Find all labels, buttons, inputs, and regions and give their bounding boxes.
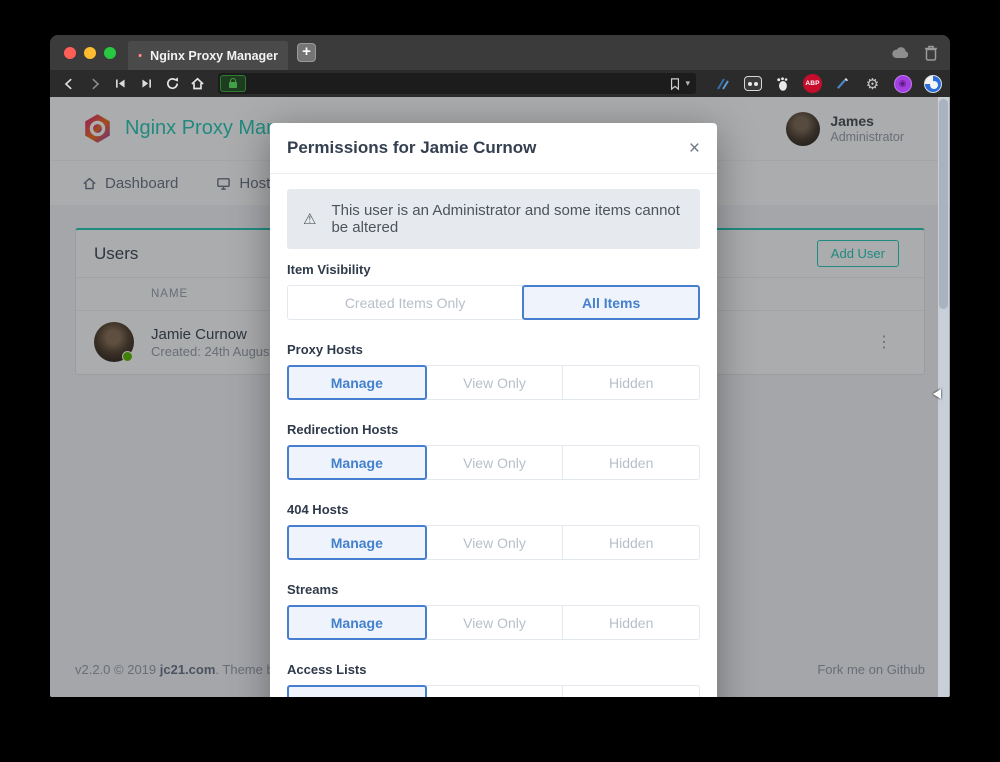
bookmark-dropdown-caret[interactable]: ▾ — [686, 78, 691, 89]
back-button[interactable] — [60, 74, 79, 94]
rewind-button[interactable] — [111, 74, 130, 94]
goggles-extension-icon[interactable] — [743, 74, 762, 93]
access-lists-view-only-button[interactable]: View Only — [426, 685, 564, 697]
fast-forward-button[interactable] — [137, 74, 156, 94]
reload-button[interactable] — [163, 74, 182, 94]
permissions-modal: Permissions for Jamie Curnow × ⚠ This us… — [270, 123, 717, 697]
redirection-hosts-hidden-button[interactable]: Hidden — [562, 445, 700, 480]
window-controls — [50, 47, 128, 59]
proxy-hosts-group: Proxy Hosts Manage View Only Hidden — [287, 342, 700, 400]
admin-warning-alert: ⚠ This user is an Administrator and some… — [287, 189, 700, 249]
proxy-hosts-hidden-button[interactable]: Hidden — [562, 365, 700, 400]
404-hosts-view-only-button[interactable]: View Only — [426, 525, 564, 560]
redirection-hosts-manage-button[interactable]: Manage — [287, 445, 427, 480]
cloud-sync-icon[interactable] — [891, 45, 911, 60]
purple-extension-icon[interactable]: ◉ — [893, 74, 912, 93]
redirection-hosts-group: Redirection Hosts Manage View Only Hidde… — [287, 422, 700, 480]
browser-tab-bar: Nginx Proxy Manager + — [50, 35, 950, 70]
visibility-created-items-only-button[interactable]: Created Items Only — [287, 285, 523, 320]
page-viewport: Nginx Proxy Manager James Administrator … — [50, 97, 950, 697]
warning-icon: ⚠ — [303, 210, 316, 228]
item-visibility-group: Item Visibility Created Items Only All I… — [287, 262, 700, 320]
trash-icon[interactable] — [924, 45, 938, 61]
pen-extension-icon[interactable] — [833, 74, 852, 93]
bookmark-icon[interactable] — [669, 77, 681, 91]
streams-hidden-button[interactable]: Hidden — [562, 605, 700, 640]
group-label: Item Visibility — [287, 262, 700, 277]
tab-title: Nginx Proxy Manager — [150, 49, 278, 63]
new-tab-button[interactable]: + — [297, 43, 316, 62]
404-hosts-manage-button[interactable]: Manage — [287, 525, 427, 560]
forward-button[interactable] — [86, 74, 105, 94]
https-lock-icon[interactable] — [220, 75, 246, 92]
mouse-cursor — [933, 389, 941, 399]
settings-gear-extension-icon[interactable]: ⚙ — [863, 74, 882, 93]
home-button[interactable] — [188, 74, 207, 94]
404-hosts-hidden-button[interactable]: Hidden — [562, 525, 700, 560]
alert-text: This user is an Administrator and some i… — [331, 202, 684, 236]
browser-toolbar: ▾ ABP ⚙ ◉ — [50, 70, 950, 97]
close-window-button[interactable] — [64, 47, 76, 59]
extensions-row: ABP ⚙ ◉ — [713, 74, 942, 93]
modal-title: Permissions for Jamie Curnow — [287, 138, 536, 158]
proxy-hosts-view-only-button[interactable]: View Only — [426, 365, 564, 400]
group-label: Access Lists — [287, 662, 700, 677]
access-lists-hidden-button[interactable]: Hidden — [562, 685, 700, 697]
session-pie-extension-icon[interactable] — [923, 74, 942, 93]
access-lists-group: Access Lists Manage View Only Hidden — [287, 662, 700, 697]
browser-window: Nginx Proxy Manager + — [50, 35, 950, 697]
group-label: Streams — [287, 582, 700, 597]
adblock-plus-icon[interactable]: ABP — [803, 74, 822, 93]
minimize-window-button[interactable] — [84, 47, 96, 59]
group-label: Proxy Hosts — [287, 342, 700, 357]
streams-view-only-button[interactable]: View Only — [426, 605, 564, 640]
scrollbar-thumb[interactable] — [939, 99, 948, 309]
404-hosts-group: 404 Hosts Manage View Only Hidden — [287, 502, 700, 560]
modal-close-button[interactable]: × — [689, 139, 700, 158]
access-lists-manage-button[interactable]: Manage — [287, 685, 427, 697]
group-label: Redirection Hosts — [287, 422, 700, 437]
group-label: 404 Hosts — [287, 502, 700, 517]
visibility-all-items-button[interactable]: All Items — [522, 285, 700, 320]
browser-tab[interactable]: Nginx Proxy Manager — [128, 41, 288, 70]
redirection-hosts-view-only-button[interactable]: View Only — [426, 445, 564, 480]
proxy-hosts-manage-button[interactable]: Manage — [287, 365, 427, 400]
gnome-foot-extension-icon[interactable] — [773, 74, 792, 93]
dev-tools-extension-icon[interactable] — [713, 74, 732, 93]
npm-favicon — [138, 48, 142, 63]
streams-manage-button[interactable]: Manage — [287, 605, 427, 640]
streams-group: Streams Manage View Only Hidden — [287, 582, 700, 640]
zoom-window-button[interactable] — [104, 47, 116, 59]
address-bar[interactable]: ▾ — [218, 73, 696, 94]
